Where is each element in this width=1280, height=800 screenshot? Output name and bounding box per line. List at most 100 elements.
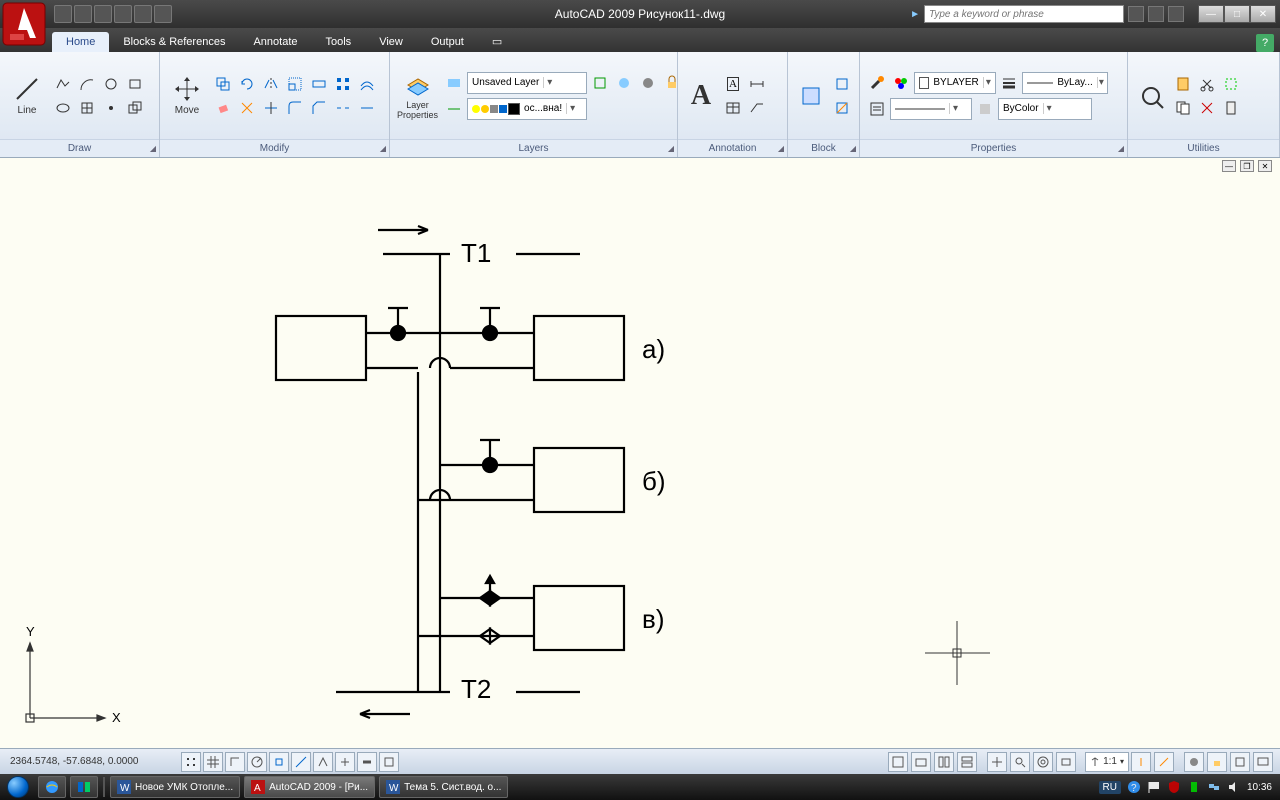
osnap-toggle[interactable] bbox=[269, 752, 289, 772]
qat-open-icon[interactable] bbox=[74, 5, 92, 23]
tray-help-icon[interactable]: ? bbox=[1127, 780, 1141, 794]
mdi-restore[interactable]: ❐ bbox=[1240, 160, 1254, 172]
table-icon[interactable] bbox=[722, 97, 744, 119]
layer-properties-button[interactable]: Layer Properties bbox=[396, 61, 439, 131]
tab-blocks[interactable]: Blocks & References bbox=[109, 32, 239, 52]
tray-shield-icon[interactable] bbox=[1167, 780, 1181, 794]
plotstyle-combo[interactable]: ByColor▾ bbox=[998, 98, 1092, 120]
break-icon[interactable] bbox=[332, 97, 354, 119]
taskbar-tc-icon[interactable] bbox=[70, 776, 98, 798]
hatch-icon[interactable] bbox=[76, 97, 98, 119]
polar-toggle[interactable] bbox=[247, 752, 267, 772]
rectangle-icon[interactable] bbox=[124, 73, 146, 95]
lwt-toggle[interactable] bbox=[357, 752, 377, 772]
edit-block-icon[interactable] bbox=[831, 97, 853, 119]
layer-off-icon[interactable] bbox=[637, 72, 659, 94]
join-icon[interactable] bbox=[356, 97, 378, 119]
language-indicator[interactable]: RU bbox=[1099, 781, 1121, 794]
hardware-accel-icon[interactable] bbox=[1230, 752, 1250, 772]
mirror-icon[interactable] bbox=[260, 73, 282, 95]
mdi-minimize[interactable]: — bbox=[1222, 160, 1236, 172]
tab-extra-icon[interactable]: ▭ bbox=[478, 31, 516, 52]
tray-usb-icon[interactable] bbox=[1187, 780, 1201, 794]
explode-icon[interactable] bbox=[236, 97, 258, 119]
circle-icon[interactable] bbox=[100, 73, 122, 95]
select-icon[interactable] bbox=[1220, 73, 1242, 95]
snap-toggle[interactable] bbox=[181, 752, 201, 772]
steering-wheel-icon[interactable] bbox=[1033, 752, 1053, 772]
color-picker-icon[interactable] bbox=[890, 72, 912, 94]
anno-autoscale-icon[interactable] bbox=[1154, 752, 1174, 772]
tray-volume-icon[interactable] bbox=[1227, 780, 1241, 794]
close-button[interactable]: ✕ bbox=[1250, 5, 1276, 23]
measure-button[interactable] bbox=[1134, 61, 1168, 131]
favorites-icon[interactable] bbox=[1168, 6, 1184, 22]
tab-tools[interactable]: Tools bbox=[312, 32, 366, 52]
layout-button[interactable] bbox=[911, 752, 931, 772]
app-menu-button[interactable] bbox=[2, 2, 46, 46]
offset-icon[interactable] bbox=[356, 73, 378, 95]
scale-icon[interactable] bbox=[284, 73, 306, 95]
otrack-toggle[interactable] bbox=[291, 752, 311, 772]
ortho-toggle[interactable] bbox=[225, 752, 245, 772]
dimension-icon[interactable] bbox=[746, 73, 768, 95]
cut-icon[interactable] bbox=[1196, 73, 1218, 95]
search-button[interactable] bbox=[1128, 6, 1144, 22]
help-button[interactable]: ? bbox=[1256, 34, 1274, 52]
match-props-icon[interactable] bbox=[866, 72, 888, 94]
trim-icon[interactable] bbox=[260, 97, 282, 119]
layer-freeze-icon[interactable] bbox=[613, 72, 635, 94]
showmotion-icon[interactable] bbox=[1056, 752, 1076, 772]
dyn-toggle[interactable] bbox=[335, 752, 355, 772]
point-icon[interactable] bbox=[100, 97, 122, 119]
paste-icon[interactable] bbox=[1172, 73, 1194, 95]
text-style-icon[interactable]: A bbox=[722, 73, 744, 95]
mtext-button[interactable]: A bbox=[684, 61, 718, 131]
copy-clip-icon[interactable] bbox=[1172, 97, 1194, 119]
current-layer-combo[interactable]: ос...вна!▾ bbox=[467, 98, 587, 120]
line-button[interactable]: Line bbox=[6, 61, 48, 131]
qv-drawings-icon[interactable] bbox=[957, 752, 977, 772]
polyline-icon[interactable] bbox=[52, 73, 74, 95]
taskbar-ie-icon[interactable] bbox=[38, 776, 66, 798]
taskbar-word2[interactable]: W Тема 5. Сист.вод. о... bbox=[379, 776, 508, 798]
layer-state-combo[interactable]: Unsaved Layer▾ bbox=[467, 72, 587, 94]
layer-states-icon[interactable] bbox=[443, 72, 465, 94]
region-icon[interactable] bbox=[124, 97, 146, 119]
toolbar-lock-icon[interactable] bbox=[1207, 752, 1227, 772]
anno-visibility-icon[interactable] bbox=[1131, 752, 1151, 772]
quickcalc-icon[interactable] bbox=[1220, 97, 1242, 119]
tray-flag-icon[interactable] bbox=[1147, 780, 1161, 794]
clean-screen-icon[interactable] bbox=[1253, 752, 1273, 772]
ellipse-icon[interactable] bbox=[52, 97, 74, 119]
color-combo[interactable]: BYLAYER▾ bbox=[914, 72, 996, 94]
workspace-icon[interactable] bbox=[1184, 752, 1204, 772]
chamfer-icon[interactable] bbox=[308, 97, 330, 119]
tab-view[interactable]: View bbox=[365, 32, 417, 52]
mdi-close[interactable]: ✕ bbox=[1258, 160, 1272, 172]
clock[interactable]: 10:36 bbox=[1247, 782, 1272, 793]
rotate-icon[interactable] bbox=[236, 73, 258, 95]
start-button[interactable] bbox=[0, 774, 36, 800]
list-icon[interactable] bbox=[866, 98, 888, 120]
pan-icon[interactable] bbox=[987, 752, 1007, 772]
copy-icon[interactable] bbox=[212, 73, 234, 95]
fillet-icon[interactable] bbox=[284, 97, 306, 119]
lineweight-combo[interactable]: ▾ bbox=[890, 98, 972, 120]
linetype-combo[interactable]: ByLay...▾ bbox=[1022, 72, 1108, 94]
lineweight-icon[interactable] bbox=[998, 72, 1020, 94]
tab-home[interactable]: Home bbox=[52, 32, 109, 52]
grid-toggle[interactable] bbox=[203, 752, 223, 772]
layer-iso-icon[interactable] bbox=[589, 72, 611, 94]
qat-undo-icon[interactable] bbox=[134, 5, 152, 23]
erase-icon[interactable] bbox=[212, 97, 234, 119]
qat-save-icon[interactable] bbox=[94, 5, 112, 23]
qat-print-icon[interactable] bbox=[114, 5, 132, 23]
model-button[interactable] bbox=[888, 752, 908, 772]
maximize-button[interactable]: □ bbox=[1224, 5, 1250, 23]
taskbar-autocad[interactable]: A AutoCAD 2009 - [Ри... bbox=[244, 776, 375, 798]
zoom-icon[interactable] bbox=[1010, 752, 1030, 772]
insert-block-button[interactable] bbox=[794, 61, 827, 131]
array-icon[interactable] bbox=[332, 73, 354, 95]
tray-network-icon[interactable] bbox=[1207, 780, 1221, 794]
